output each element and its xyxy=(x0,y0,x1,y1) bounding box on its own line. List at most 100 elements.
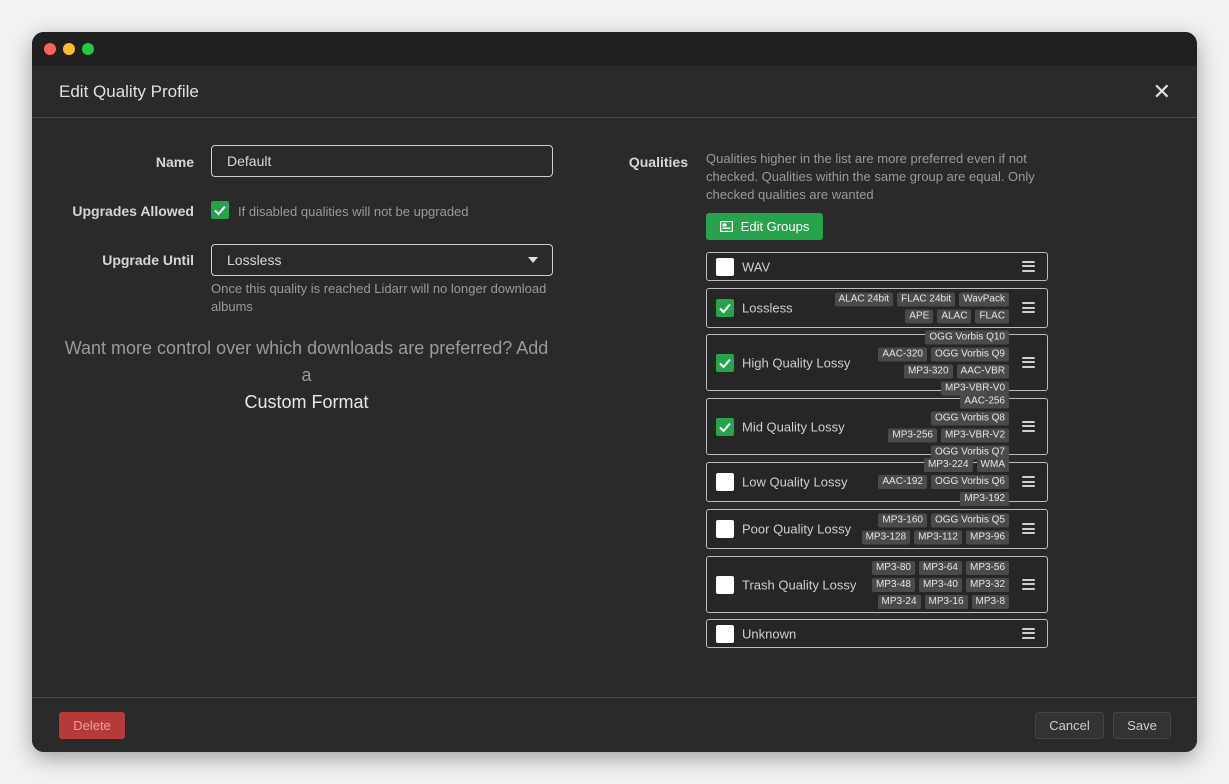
quality-tag: MP3-256 xyxy=(888,428,937,442)
custom-format-promo: Want more control over which downloads a… xyxy=(59,335,554,416)
quality-name: Low Quality Lossy xyxy=(742,474,848,490)
checkmark-icon xyxy=(214,205,226,216)
quality-tag: WavPack xyxy=(959,292,1009,307)
qualities-help: Qualities higher in the list are more pr… xyxy=(706,151,1035,202)
quality-tag: MP3-96 xyxy=(965,530,1009,545)
quality-tag: AAC-192 xyxy=(878,475,927,489)
quality-tag: ALAC xyxy=(937,309,972,324)
quality-tag: MP3-VBR-V0 xyxy=(940,381,1009,395)
caret-down-icon xyxy=(528,257,538,263)
drag-handle-icon[interactable] xyxy=(1022,578,1035,590)
quality-tag: FLAC 24bit xyxy=(897,292,956,307)
quality-tag: ALAC 24bit xyxy=(834,292,894,307)
quality-tag: OGG Vorbis Q7 xyxy=(930,445,1009,459)
quality-tag: MP3-320 xyxy=(903,364,953,378)
quality-tag: MP3-8 xyxy=(971,594,1009,609)
quality-name: Lossless xyxy=(742,300,793,316)
quality-checkbox[interactable] xyxy=(716,473,734,491)
quality-checkbox[interactable] xyxy=(716,520,734,538)
quality-name: Trash Quality Lossy xyxy=(742,577,857,592)
quality-tags: AAC-256 OGG Vorbis Q8 MP3-256 MP3-VBR-V2 OGG… xyxy=(881,394,1009,459)
drag-handle-icon[interactable] xyxy=(1022,627,1035,639)
quality-checkbox[interactable] xyxy=(716,575,734,594)
quality-checkbox[interactable] xyxy=(716,417,734,436)
quality-name: Mid Quality Lossy xyxy=(742,419,845,434)
upgrades-allowed-checkbox[interactable] xyxy=(211,201,229,219)
quality-name: Unknown xyxy=(742,626,797,641)
name-label: Name xyxy=(155,154,194,170)
drag-handle-icon[interactable] xyxy=(1022,302,1035,313)
drag-handle-icon[interactable] xyxy=(1022,523,1035,534)
quality-checkbox[interactable] xyxy=(716,257,734,276)
quality-checkbox[interactable] xyxy=(716,624,734,643)
quality-tag: MP3-16 xyxy=(924,594,968,609)
quality-tag: OGG Vorbis Q5 xyxy=(930,513,1009,528)
quality-tag: MP3-128 xyxy=(861,530,911,545)
quality-item[interactable]: High Quality Lossy OGG Vorbis Q10 AAC-320 O… xyxy=(706,330,1048,395)
groups-icon xyxy=(719,221,733,232)
upgrade-until-label: Upgrade Until xyxy=(102,252,194,268)
quality-tag: AAC-256 xyxy=(960,394,1009,408)
quality-tag: OGG Vorbis Q8 xyxy=(930,411,1009,425)
edit-groups-button[interactable]: Edit Groups xyxy=(706,213,823,240)
quality-tag: MP3-32 xyxy=(965,577,1009,592)
quality-item[interactable]: Mid Quality Lossy AAC-256 OGG Vorbis Q8 MP3… xyxy=(706,394,1048,459)
quality-tags: ALAC 24bit FLAC 24bit WavPack APE ALAC FLAC xyxy=(809,292,1009,324)
quality-item[interactable]: Trash Quality Lossy MP3-80 MP3-64 MP3-56 MP3… xyxy=(706,556,1048,613)
quality-tag: OGG Vorbis Q9 xyxy=(930,347,1009,361)
upgrade-until-select[interactable]: Lossless xyxy=(211,244,553,276)
drag-handle-icon[interactable] xyxy=(1022,356,1035,368)
quality-tag: OGG Vorbis Q6 xyxy=(930,475,1009,489)
upgrades-allowed-label: Upgrades Allowed xyxy=(72,203,194,219)
drag-handle-icon[interactable] xyxy=(1022,420,1035,432)
quality-checkbox[interactable] xyxy=(716,353,734,372)
quality-tag: MP3-40 xyxy=(918,577,962,592)
upgrades-allowed-help: If disabled qualities will not be upgrad… xyxy=(238,204,469,219)
save-button[interactable]: Save xyxy=(1113,712,1171,739)
quality-checkbox[interactable] xyxy=(716,299,734,317)
quality-tag: MP3-160 xyxy=(878,513,927,528)
quality-tag: MP3-112 xyxy=(914,530,962,545)
quality-item[interactable]: Unknown xyxy=(706,619,1048,648)
checkmark-icon xyxy=(719,303,731,314)
maximize-window-icon[interactable] xyxy=(82,43,94,55)
quality-item[interactable]: Low Quality Lossy MP3-224 WMA AAC-192 OGG Vo… xyxy=(706,458,1048,506)
name-input[interactable]: Default xyxy=(211,145,553,177)
minimize-window-icon[interactable] xyxy=(63,43,75,55)
quality-tag: MP3-80 xyxy=(871,560,915,575)
quality-tag: APE xyxy=(905,309,934,324)
quality-name: High Quality Lossy xyxy=(742,355,851,370)
quality-tag: MP3-192 xyxy=(960,492,1009,506)
quality-name: Poor Quality Lossy xyxy=(742,521,852,537)
checkmark-icon xyxy=(719,422,731,432)
cancel-button[interactable]: Cancel xyxy=(1035,712,1104,739)
modal-footer: Delete Cancel Save xyxy=(32,697,1197,752)
quality-tags: MP3-80 MP3-64 MP3-56 MP3-48 MP3-40 MP3-32 MP3-… xyxy=(869,560,1009,609)
quality-item[interactable]: Lossless ALAC 24bit FLAC 24bit WavPack APE AL… xyxy=(706,288,1048,328)
quality-name: WAV xyxy=(742,259,771,274)
close-window-icon[interactable] xyxy=(44,43,56,55)
modal-header: Edit Quality Profile ✕ xyxy=(32,66,1197,118)
close-icon[interactable]: ✕ xyxy=(1153,80,1171,103)
modal-body: Name Default Upgrades Allowed If disable… xyxy=(32,118,1197,698)
quality-tag: WMA xyxy=(976,458,1009,472)
quality-tags: MP3-160 OGG Vorbis Q5 MP3-128 MP3-112 MP3-96 xyxy=(859,513,1009,545)
quality-tag: MP3-64 xyxy=(918,560,962,575)
upgrade-until-value: Lossless xyxy=(227,252,282,268)
quality-tag: OGG Vorbis Q10 xyxy=(925,330,1009,344)
quality-tag: MP3-56 xyxy=(965,560,1009,575)
quality-tag: MP3-24 xyxy=(877,594,921,609)
upgrade-until-help: Once this quality is reached Lidarr will… xyxy=(211,281,547,314)
quality-tag: FLAC xyxy=(975,309,1009,324)
drag-handle-icon[interactable] xyxy=(1022,476,1035,487)
quality-item[interactable]: WAV xyxy=(706,252,1048,281)
window-titlebar xyxy=(32,32,1197,66)
edit-groups-label: Edit Groups xyxy=(740,219,810,234)
modal-title: Edit Quality Profile xyxy=(59,81,199,101)
quality-tag: MP3-224 xyxy=(923,458,973,472)
qualities-label: Qualities xyxy=(628,154,688,170)
delete-button[interactable]: Delete xyxy=(59,712,125,739)
drag-handle-icon[interactable] xyxy=(1022,260,1035,272)
custom-format-link[interactable]: Custom Format xyxy=(244,389,368,416)
quality-item[interactable]: Poor Quality Lossy MP3-160 OGG Vorbis Q5 MP… xyxy=(706,509,1048,549)
